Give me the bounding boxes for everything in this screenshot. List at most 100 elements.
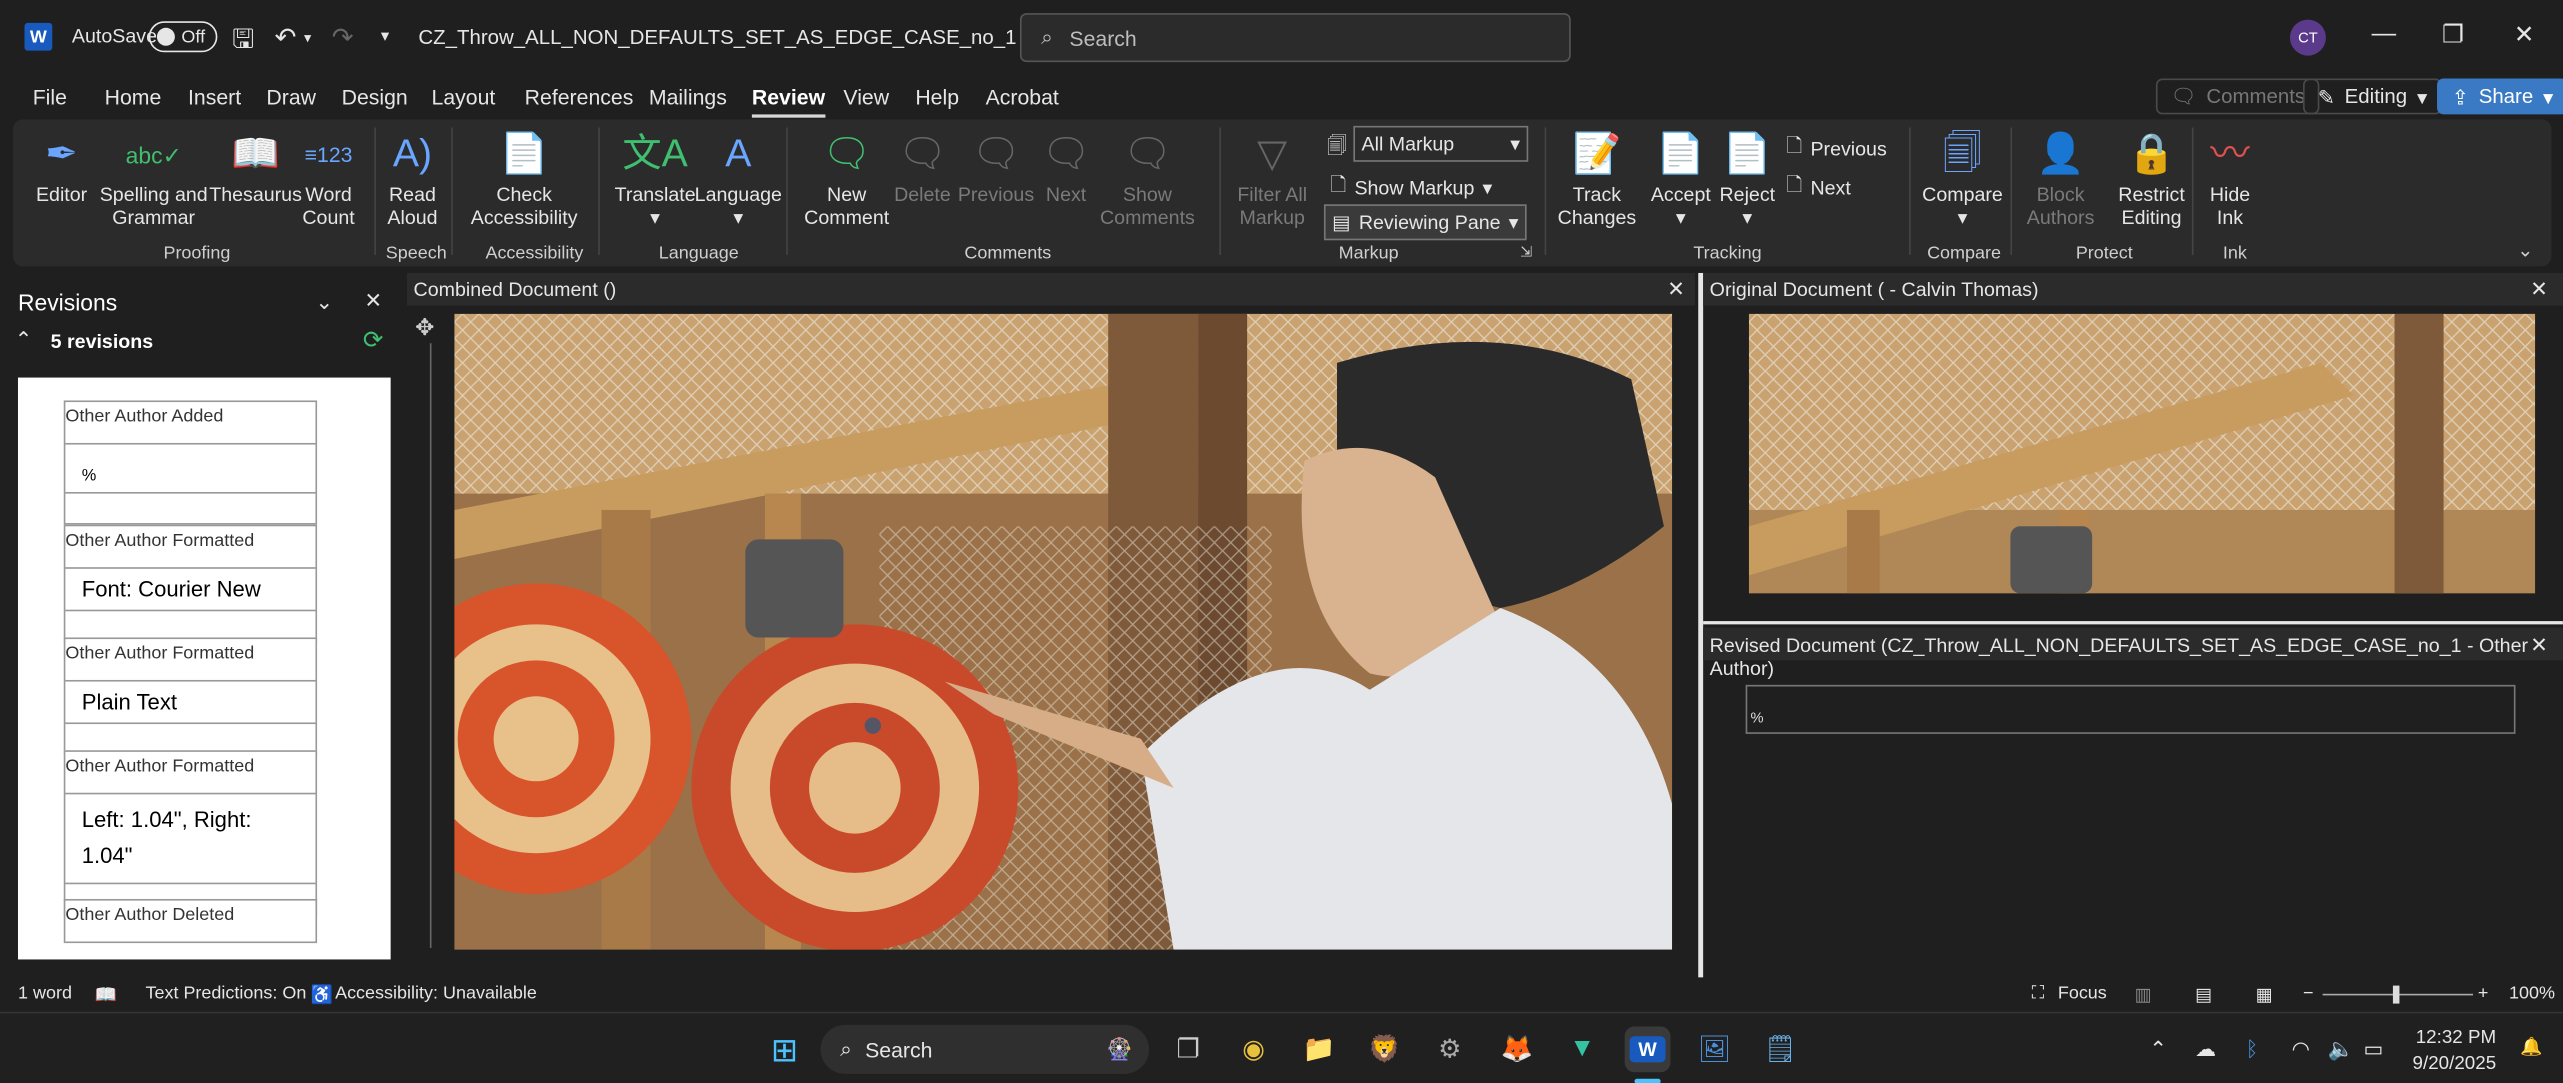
refresh-icon[interactable]: ⟳ [363,325,384,355]
clock[interactable]: 12:32 PM 9/20/2025 [2413,1025,2497,1077]
translate-button[interactable]: 文A Translate ▾ [615,127,696,228]
print-layout-icon[interactable]: ▤ [2195,984,2212,1006]
volume-icon[interactable]: 🔈 [2328,1036,2354,1062]
close-icon[interactable]: ✕ [2530,633,2548,659]
text-predictions-status[interactable]: Text Predictions: On [145,984,306,1004]
collapse-icon[interactable]: ⌃ [15,327,33,353]
delete-comment-button[interactable]: 🗨 Delete [894,127,951,206]
chevron-up-icon[interactable]: ⌃ [2149,1036,2167,1062]
tab-review[interactable]: Review [751,85,826,118]
editor-button[interactable]: ✒ Editor [36,127,87,206]
tab-insert[interactable]: Insert [188,85,241,110]
chrome-icon[interactable]: ◉ [1231,1026,1277,1072]
pane-divider[interactable] [1703,621,2563,625]
word-count-status[interactable]: 1 word [18,984,72,1004]
zoom-in-icon[interactable]: + [2478,984,2489,1004]
read-aloud-button[interactable]: A) Read Aloud [387,127,437,228]
revision-item[interactable]: Other Author Added % [63,400,318,525]
previous-change-button[interactable]: 🗋 Previous [1787,131,1887,165]
tab-acrobat[interactable]: Acrobat [986,85,1059,110]
proofing-status-icon[interactable]: 📖 [95,984,117,1006]
language-button[interactable]: A Language ▾ [695,127,782,228]
close-icon[interactable]: ✕ [364,288,382,314]
show-markup-button[interactable]: 🗋 Show Markup ▾ [1330,170,1492,204]
zoom-level[interactable]: 100% [2509,984,2555,1004]
close-icon[interactable]: ✕ [1667,276,1685,302]
revision-item[interactable]: Other Author Formatted Left: 1.04", Righ… [63,750,318,916]
windows-start-icon[interactable]: ⊞ [762,1026,808,1072]
tab-references[interactable]: References [525,85,634,110]
tab-help[interactable]: Help [915,85,959,110]
reviewing-pane-button[interactable]: ▤ Reviewing Pane ▾ [1323,204,1527,241]
markup-display-dropdown[interactable]: All Markup ▾ [1353,125,1529,162]
compare-button[interactable]: 🗐 Compare ▾ [1922,127,2003,228]
thesaurus-button[interactable]: 📖 Thesaurus [209,127,302,206]
tab-view[interactable]: View [843,85,889,110]
vpn-app-icon[interactable]: ▼ [1559,1026,1605,1072]
brave-icon[interactable]: 🦁 [1362,1026,1408,1072]
redo-icon[interactable]: ↷ [332,21,354,54]
previous-comment-button[interactable]: 🗨 Previous [958,127,1034,206]
revision-item[interactable]: Other Author Deleted [63,898,318,944]
tab-design[interactable]: Design [342,85,408,110]
notepad-icon[interactable]: 🗒 [1757,1026,1803,1072]
word-count-button[interactable]: ≡123 Word Count [302,127,354,229]
markup-dialog-launcher-icon[interactable]: ⇲ [1520,244,1532,262]
customize-toolbar-icon[interactable]: ▾ [381,28,389,46]
reject-button[interactable]: 📄 Reject ▾ [1719,127,1775,228]
close-icon[interactable]: ✕ [2530,276,2548,302]
web-layout-icon[interactable]: ▦ [2256,984,2273,1006]
tab-file[interactable]: File [33,85,67,110]
zoom-out-icon[interactable]: − [2303,984,2314,1004]
onedrive-icon[interactable]: ☁ [2195,1036,2216,1062]
word-taskbar-icon[interactable]: W [1624,1026,1671,1073]
wifi-icon[interactable]: ◠ [2292,1036,2311,1062]
restrict-editing-button[interactable]: 🔒 Restrict Editing [2118,127,2184,228]
settings-icon[interactable]: ⚙ [1427,1026,1473,1072]
filter-markup-button[interactable]: ▽ Filter All Markup [1237,127,1307,228]
battery-icon[interactable]: ▭ [2363,1036,2383,1062]
chevron-down-icon[interactable]: ⌄ [315,289,333,315]
track-changes-button[interactable]: 📝 Track Changes [1558,127,1637,228]
editing-button[interactable]: ✎ Editing ▾ [2303,78,2442,115]
undo-dropdown-icon[interactable]: ▾ [304,29,311,47]
block-authors-button[interactable]: 👤 Block Authors [2027,127,2095,228]
focus-button[interactable]: Focus [2058,984,2107,1004]
show-comments-button[interactable]: 🗨 Show Comments [1100,127,1195,228]
taskbar-search[interactable]: ⌕ Search 🎡 [820,1024,1150,1074]
spelling-button[interactable]: abc✓ Spelling and Grammar [100,127,208,229]
restore-icon[interactable]: ❐ [2442,20,2464,49]
next-comment-button[interactable]: 🗨 Next [1041,127,1091,206]
task-view-icon[interactable]: ❐ [1165,1026,1211,1072]
revision-item[interactable]: Other Author Formatted Plain Text [63,637,318,756]
check-accessibility-button[interactable]: 📄 Check Accessibility [471,127,578,228]
comments-button[interactable]: 🗨 Comments [2155,78,2320,115]
collapse-ribbon-icon[interactable]: ⌄ [2517,239,2533,262]
tab-layout[interactable]: Layout [432,85,496,110]
pane-divider[interactable] [1698,272,1704,978]
avatar[interactable]: CT [2289,19,2326,56]
share-button[interactable]: ⇪ Share ▾ [2437,78,2563,115]
read-mode-icon[interactable]: ▥ [2135,984,2152,1006]
revised-text-box[interactable]: % [1745,684,2516,734]
minimize-icon[interactable]: — [2372,20,2397,48]
accessibility-status[interactable]: Accessibility: Unavailable [335,984,537,1004]
notification-icon[interactable]: 🔔 [2520,1036,2542,1058]
hide-ink-button[interactable]: 〰 Hide Ink [2210,127,2250,228]
tab-mailings[interactable]: Mailings [649,85,727,110]
photos-icon[interactable]: 🖼 [1692,1026,1738,1072]
firefox-icon[interactable]: 🦊 [1494,1026,1540,1072]
new-comment-button[interactable]: 🗨 New Comment [804,127,889,228]
close-icon[interactable]: ✕ [2514,20,2535,49]
undo-icon[interactable]: ↶ [275,21,297,54]
autosave-toggle[interactable]: Off [148,21,218,53]
save-icon[interactable]: 🖫 [232,21,254,65]
zoom-slider-thumb[interactable] [2392,985,2400,1004]
tab-home[interactable]: Home [105,85,162,110]
file-explorer-icon[interactable]: 📁 [1296,1026,1342,1072]
revision-item[interactable]: Other Author Formatted Font: Courier New [63,524,318,643]
bluetooth-icon[interactable]: ᛒ [2246,1036,2259,1061]
search-box[interactable]: ⌕ Search [1019,13,1571,63]
layout-options-icon[interactable]: ✥ [415,314,434,342]
accept-button[interactable]: 📄 Accept ▾ [1651,127,1711,228]
